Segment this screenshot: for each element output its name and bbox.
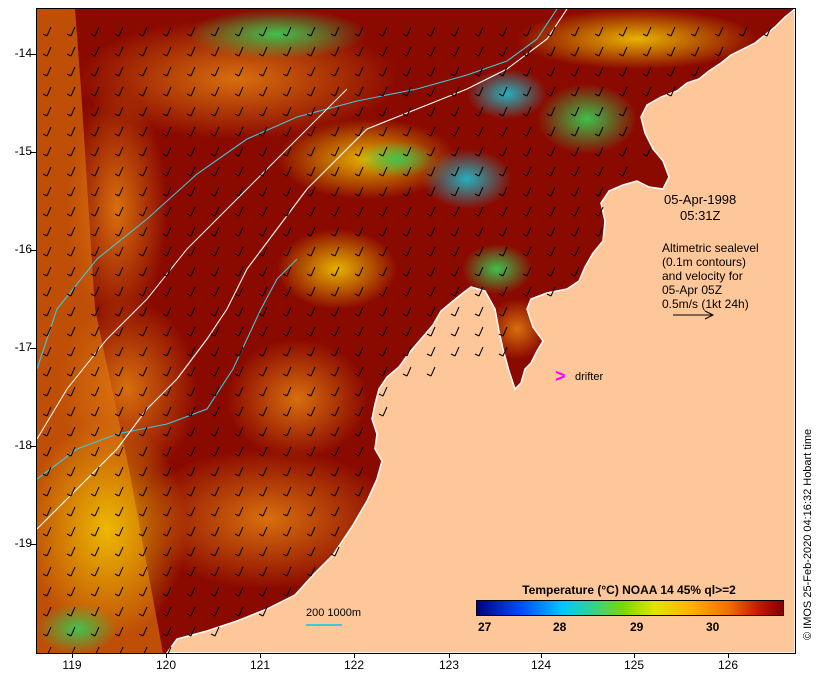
- warm-patch: [277, 229, 397, 309]
- drifter-marker: >: [555, 366, 566, 386]
- y-tick: [30, 250, 36, 251]
- x-tick: [541, 653, 542, 658]
- colorbar-label: 29: [630, 620, 644, 634]
- x-tick-label: 125: [623, 658, 645, 672]
- x-tick-label: 122: [343, 658, 365, 672]
- y-tick: [30, 446, 36, 447]
- colorbar-title: Temperature (°C) NOAA 14 45% ql>=2: [522, 583, 736, 597]
- x-tick-label: 123: [438, 658, 460, 672]
- colorbar-label: 27: [478, 620, 492, 634]
- altimetry-line: and velocity for: [662, 269, 743, 283]
- y-tick: [30, 544, 36, 545]
- y-tick: [30, 54, 36, 55]
- x-tick-label: 126: [717, 658, 739, 672]
- cool-patch: [187, 9, 367, 59]
- x-tick: [260, 653, 261, 658]
- y-tick-label: -17: [14, 340, 32, 354]
- x-tick: [72, 653, 73, 658]
- y-tick-label: -14: [14, 46, 32, 60]
- colorbar-label: 30: [706, 620, 720, 634]
- y-tick-label: -19: [14, 536, 32, 550]
- altimetry-line: 0.5m/s (1kt 24h): [662, 297, 749, 311]
- x-tick-label: 120: [155, 658, 177, 672]
- contour-scale-line: [306, 624, 342, 626]
- altimetry-line: (0.1m contours): [662, 255, 747, 269]
- map-date: 05-Apr-1998: [664, 192, 737, 207]
- warm-patch: [517, 9, 757, 69]
- drifter-label: drifter: [575, 371, 604, 383]
- cool-patch: [462, 244, 532, 294]
- y-tick-label: -15: [14, 144, 32, 158]
- cool-patch: [422, 149, 512, 209]
- x-tick: [354, 653, 355, 658]
- y-tick-label: -16: [14, 242, 32, 256]
- y-tick: [30, 152, 36, 153]
- sst-map: [37, 9, 795, 653]
- y-tick-label: -18: [14, 438, 32, 452]
- x-tick: [166, 653, 167, 658]
- warm-patch: [227, 339, 367, 459]
- contour-scale-label: 200 1000m: [306, 607, 362, 619]
- x-tick: [728, 653, 729, 658]
- cool-patch: [467, 69, 547, 119]
- colorbar-label: 28: [553, 620, 567, 634]
- copyright-stamp: © IMOS 25-Feb-2020 04:16:32 Hobart time: [802, 428, 814, 640]
- altimetry-line: Altimetric sealevel: [662, 241, 759, 255]
- map-time: 05:31Z: [680, 208, 721, 223]
- y-tick: [30, 348, 36, 349]
- x-tick-label: 121: [249, 658, 271, 672]
- x-tick-label: 119: [62, 658, 82, 672]
- x-tick: [449, 653, 450, 658]
- altimetry-line: 05-Apr 05Z: [662, 283, 723, 297]
- x-tick: [634, 653, 635, 658]
- sst-map-frame: [36, 8, 796, 654]
- x-tick-label: 124: [530, 658, 552, 672]
- colorbar: [476, 600, 784, 616]
